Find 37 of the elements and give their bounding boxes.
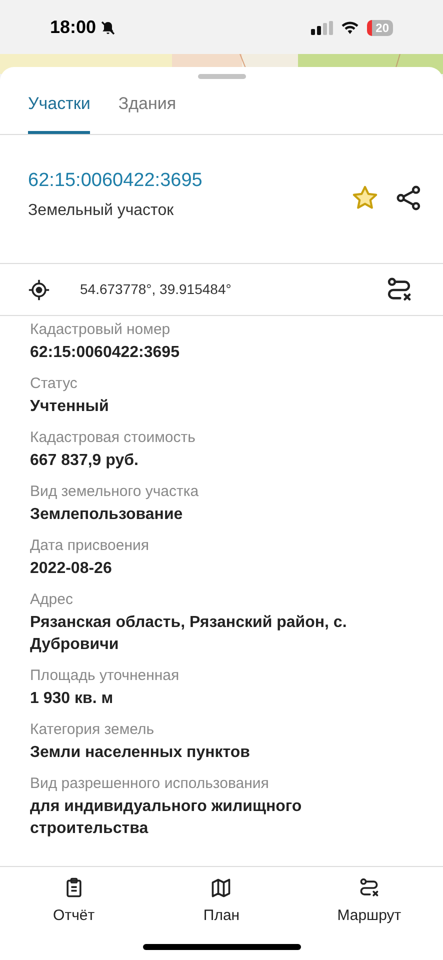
- field-value: для индивидуального жилищного строительства: [30, 797, 303, 839]
- field-value: 667 837,9 руб.: [30, 451, 140, 471]
- route-icon[interactable]: [385, 276, 413, 304]
- field-label: Вид разрешенного использования: [30, 774, 270, 793]
- field-value: Рязанская область, Рязанский район, с. Дубровичи: [30, 613, 348, 655]
- nav-button[interactable]: План: [148, 877, 296, 933]
- location-target-icon[interactable]: [28, 278, 50, 300]
- field-label: Категория земель: [30, 720, 156, 739]
- field-value: 1 930 кв. м: [30, 689, 114, 709]
- field-value: Землепользование: [30, 505, 184, 525]
- field-label: Адрес: [30, 590, 74, 609]
- share-icon[interactable]: [395, 184, 423, 212]
- field-label: Площадь уточненная: [30, 666, 180, 685]
- field-label: Вид земельного участка: [30, 482, 200, 501]
- field-value: Земли населенных пунктов: [30, 743, 252, 763]
- field-label: Кадастровая стоимость: [30, 428, 196, 447]
- bell-off-icon: [100, 20, 116, 36]
- field-value: 2022-08-26: [30, 559, 113, 579]
- battery-indicator: 20: [366, 20, 393, 36]
- tab[interactable]: Участки: [28, 91, 90, 134]
- route-icon[interactable]: [358, 877, 380, 899]
- tab[interactable]: Здания: [118, 91, 176, 134]
- signal-icon: [310, 20, 333, 34]
- nav-button[interactable]: Маршрут: [295, 877, 443, 933]
- object-type: Земельный участок: [28, 201, 175, 221]
- field-label: Дата присвоения: [30, 536, 150, 555]
- field-value: 62:15:0060422:3695: [30, 343, 180, 363]
- drag-handle[interactable]: [198, 74, 246, 79]
- cadastral-number-title: 62:15:0060422:3695: [28, 168, 202, 192]
- field-value: Учтенный: [30, 397, 110, 417]
- coordinates: 54.673778°, 39.915484°: [80, 280, 232, 299]
- map-icon: [210, 877, 232, 899]
- wifi-icon: [340, 20, 359, 34]
- clock: 18:00: [50, 16, 96, 39]
- field-label: Кадастровый номер: [30, 320, 172, 339]
- field-label: Статус: [30, 374, 78, 393]
- nav-button[interactable]: Отчёт: [0, 877, 148, 933]
